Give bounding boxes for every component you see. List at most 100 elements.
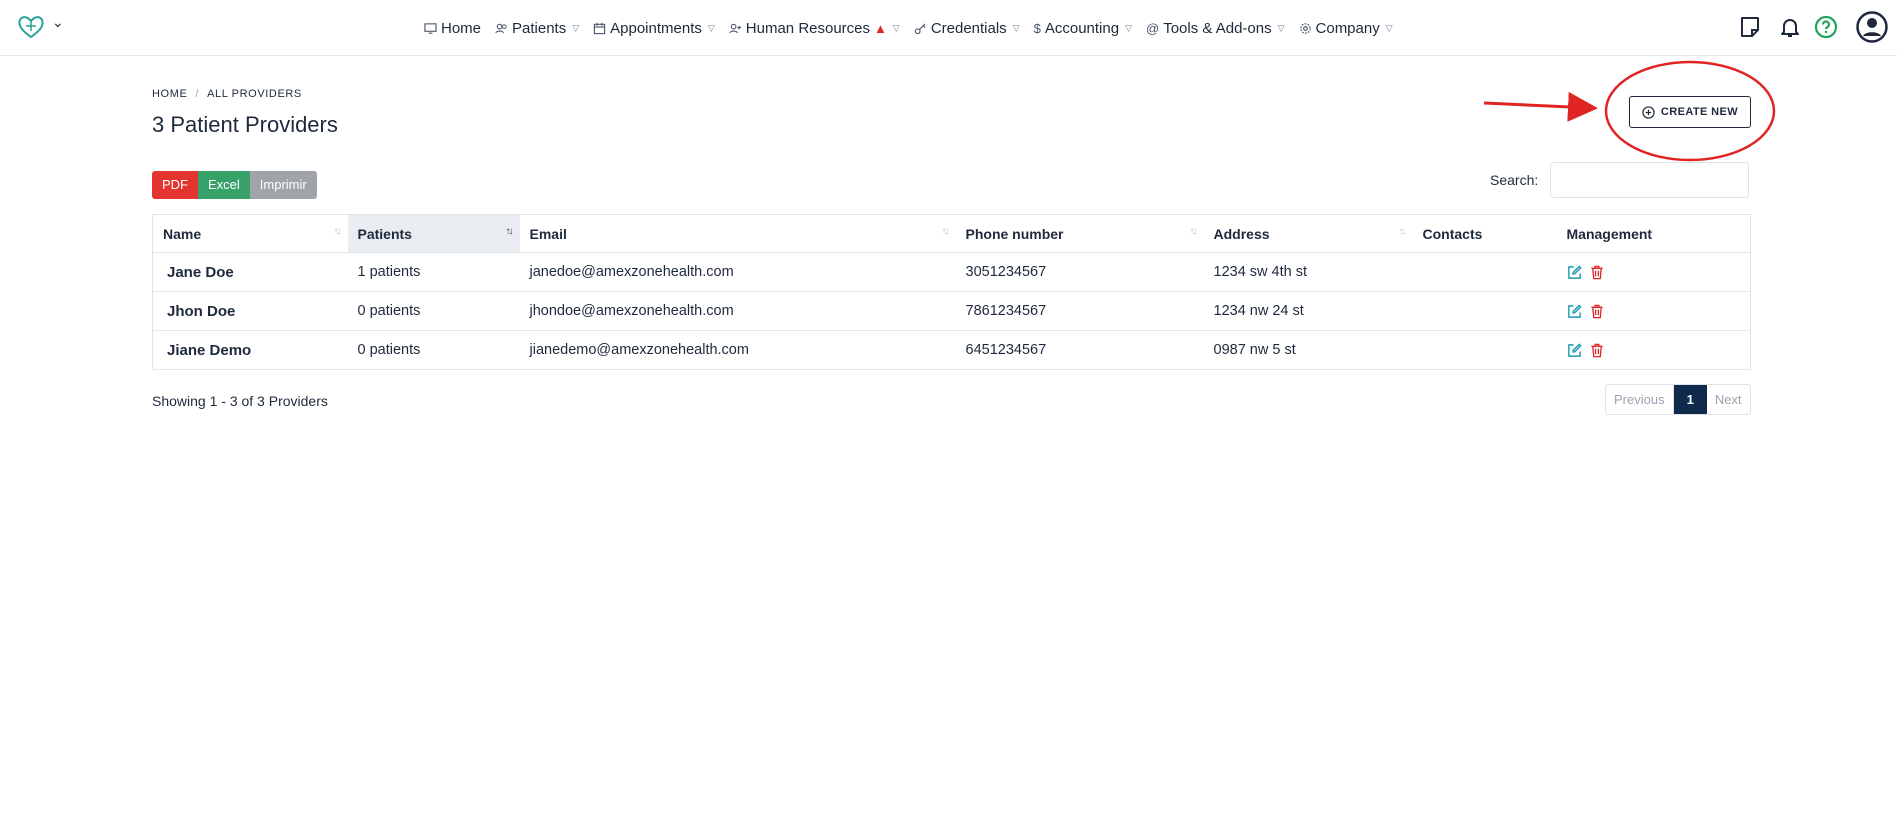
email-link[interactable]: jhondoe@amexzonehealth.com <box>519 291 956 331</box>
nav-label: Patients <box>512 19 567 37</box>
management-cell <box>1556 252 1751 292</box>
provider-name: Jiane Demo <box>152 330 348 370</box>
note-icon[interactable] <box>1738 15 1762 39</box>
warning-icon: ▲ <box>874 20 887 36</box>
table-row: Jiane Demo 0 patients jianedemo@amexzone… <box>152 330 1751 370</box>
chevron-down-icon: ▽ <box>1385 22 1393 33</box>
nav-company[interactable]: Company ▽ <box>1299 20 1393 37</box>
table-row: Jane Doe 1 patients janedoe@amexzoneheal… <box>152 252 1751 292</box>
sort-icon: ↑↓ <box>333 226 342 237</box>
pdf-button[interactable]: PDF <box>152 171 198 199</box>
contacts-cell <box>1412 291 1557 331</box>
address-cell: 0987 nw 5 st <box>1203 330 1413 370</box>
nav-label: Tools & Add-ons <box>1163 19 1272 37</box>
trash-icon[interactable] <box>1590 343 1604 358</box>
nav-human-resources[interactable]: Human Resources ▲ ▽ <box>729 20 900 37</box>
email-link[interactable]: janedoe@amexzonehealth.com <box>519 252 956 292</box>
page-1-button[interactable]: 1 <box>1673 385 1707 414</box>
provider-name: Jhon Doe <box>152 291 348 331</box>
avatar[interactable] <box>1856 11 1888 43</box>
breadcrumb-separator: / <box>195 88 200 100</box>
management-cell <box>1556 330 1751 370</box>
chevron-down-icon: ▽ <box>1125 22 1132 33</box>
contacts-cell <box>1412 252 1557 292</box>
user-plus-icon <box>729 23 741 33</box>
chevron-down-icon: ▽ <box>892 22 900 33</box>
page-title: 3 Patient Providers <box>152 112 338 137</box>
nav-label: Credentials <box>930 19 1007 37</box>
address-cell: 1234 sw 4th st <box>1203 252 1413 292</box>
column-header-contacts: Contacts <box>1412 214 1557 253</box>
column-header-address[interactable]: Address ↑↓ <box>1203 214 1413 253</box>
monitor-icon <box>424 22 437 34</box>
sort-icon: ↑↓ <box>1189 226 1198 237</box>
address-cell: 1234 nw 24 st <box>1203 291 1413 331</box>
column-header-management: Management <box>1556 214 1751 253</box>
edit-icon[interactable] <box>1567 264 1582 280</box>
breadcrumb-home[interactable]: HOME <box>152 88 187 100</box>
nav-home[interactable]: Home <box>424 20 481 37</box>
nav-credentials[interactable]: Credentials ▽ <box>914 20 1020 37</box>
key-icon <box>914 22 926 34</box>
chevron-down-icon: ▽ <box>572 22 580 33</box>
previous-page-button[interactable]: Previous <box>1606 385 1674 414</box>
nav-label: Home <box>441 19 482 37</box>
nav-label: Company <box>1315 19 1380 37</box>
trash-icon[interactable] <box>1590 265 1604 280</box>
top-navbar: ⌄ Home Patients ▽ Appointments ▽ Human R… <box>0 0 1897 56</box>
search-input[interactable] <box>1550 162 1749 198</box>
column-header-email[interactable]: Email ↑↓ <box>519 214 956 253</box>
phone-link[interactable]: 7861234567 <box>955 291 1204 331</box>
patients-link[interactable]: 1 patients <box>347 252 520 292</box>
create-new-button[interactable]: CREATE NEW <box>1629 96 1751 128</box>
chevron-down-icon: ▽ <box>707 22 715 33</box>
create-new-label: CREATE NEW <box>1660 106 1739 118</box>
edit-icon[interactable] <box>1567 303 1582 319</box>
email-link[interactable]: jianedemo@amexzonehealth.com <box>519 330 956 370</box>
logo-icon[interactable] <box>16 14 46 40</box>
main-nav: Home Patients ▽ Appointments ▽ Human Res… <box>424 0 1393 56</box>
users-icon <box>495 23 507 33</box>
pagination: Previous 1 Next <box>1605 384 1751 415</box>
chevron-down-icon: ▽ <box>1277 22 1285 33</box>
trash-icon[interactable] <box>1590 304 1604 319</box>
column-header-name[interactable]: Name ↑↓ <box>152 214 348 253</box>
at-icon: @ <box>1145 20 1160 36</box>
nav-patients[interactable]: Patients ▽ <box>495 20 579 37</box>
breadcrumb: HOME / ALL PROVIDERS <box>152 88 302 100</box>
nav-accounting[interactable]: $ Accounting ▽ <box>1034 20 1132 37</box>
print-button[interactable]: Imprimir <box>249 171 317 199</box>
contacts-cell <box>1412 330 1557 370</box>
nav-label: Appointments <box>610 19 702 37</box>
chevron-down-icon: ▽ <box>1012 22 1020 33</box>
column-header-phone[interactable]: Phone number ↑↓ <box>955 214 1204 253</box>
table-info: Showing 1 - 3 of 3 Providers <box>152 393 328 409</box>
nav-label: Human Resources <box>745 19 871 37</box>
dollar-icon: $ <box>1033 20 1041 36</box>
column-header-patients[interactable]: Patients ↑↓ <box>347 214 520 253</box>
nav-label: Accounting <box>1044 19 1120 37</box>
providers-table: Name ↑↓ Patients ↑↓ Email ↑↓ Phone number ↑↓… <box>152 214 1751 370</box>
provider-name: Jane Doe <box>152 252 348 292</box>
patients-link[interactable]: 0 patients <box>347 291 520 331</box>
chevron-down-icon[interactable]: ⌄ <box>52 14 64 31</box>
phone-link[interactable]: 6451234567 <box>955 330 1204 370</box>
sort-icon: ↑↓ <box>1398 226 1407 237</box>
help-icon[interactable] <box>1814 15 1838 39</box>
breadcrumb-current: ALL PROVIDERS <box>207 88 302 100</box>
export-buttons: PDF Excel Imprimir <box>152 171 317 199</box>
search-label: Search: <box>1490 172 1539 188</box>
phone-link[interactable]: 3051234567 <box>955 252 1204 292</box>
table-row: Jhon Doe 0 patients jhondoe@amexzoneheal… <box>152 291 1751 331</box>
table-header-row: Name ↑↓ Patients ↑↓ Email ↑↓ Phone number ↑↓… <box>152 214 1751 253</box>
sort-icon: ↑↓ <box>941 226 950 237</box>
patients-link[interactable]: 0 patients <box>347 330 520 370</box>
nav-appointments[interactable]: Appointments ▽ <box>593 20 715 37</box>
bell-icon[interactable] <box>1778 15 1802 39</box>
plus-circle-icon <box>1642 105 1655 119</box>
edit-icon[interactable] <box>1567 342 1582 358</box>
next-page-button[interactable]: Next <box>1707 385 1750 414</box>
nav-tools[interactable]: @ Tools & Add-ons ▽ <box>1146 20 1285 37</box>
management-cell <box>1556 291 1751 331</box>
excel-button[interactable]: Excel <box>198 171 250 199</box>
